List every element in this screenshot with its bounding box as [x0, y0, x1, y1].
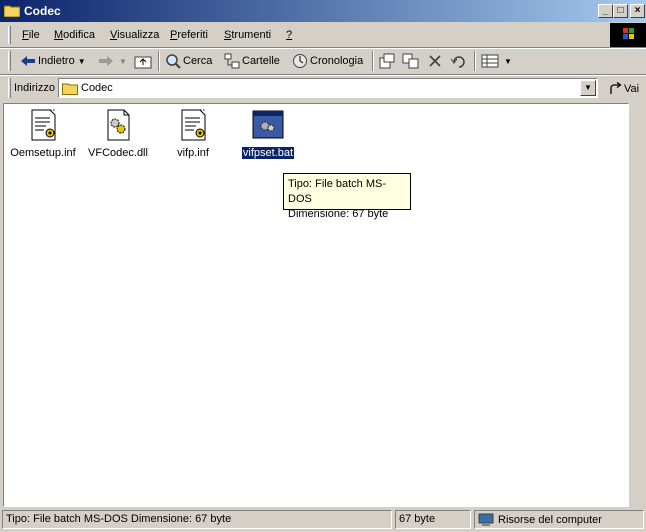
menu-strumenti[interactable]: Strumenti — [224, 29, 271, 41]
maximize-button[interactable]: □ — [613, 4, 628, 18]
inf-file-icon — [181, 109, 206, 141]
copy-to-button[interactable] — [402, 51, 422, 71]
file-name: Oemsetup.inf — [10, 147, 76, 159]
toolbar-grip[interactable] — [8, 51, 11, 71]
status-size: 67 byte — [395, 510, 471, 529]
file-item[interactable]: Oemsetup.inf — [4, 108, 82, 159]
windows-flag-icon — [623, 28, 634, 39]
file-item-selected[interactable]: vifpset.bat — [229, 108, 307, 160]
undo-icon — [450, 56, 465, 68]
file-tooltip: Tipo: File batch MS-DOS Dimensione: 67 b… — [283, 173, 411, 220]
go-button[interactable]: Vai — [608, 82, 639, 96]
views-grid-icon — [481, 54, 499, 68]
tooltip-size: Dimensione: 67 byte — [288, 208, 389, 220]
up-folder-icon — [134, 56, 152, 69]
windows-logo — [610, 23, 646, 47]
delete-button[interactable] — [427, 51, 445, 71]
explorer-window: Codec _ □ × File Modifica Visualizza Pre… — [0, 0, 646, 532]
my-computer-icon — [478, 513, 494, 526]
folders-label: Cartelle — [242, 55, 280, 67]
zone-label: Risorse del computer — [498, 513, 602, 526]
chevron-down-icon[interactable]: ▼ — [119, 57, 127, 66]
history-button[interactable]: Cronologia — [292, 51, 363, 71]
go-arrow-icon — [610, 82, 622, 94]
menu-bar: File Modifica Visualizza Preferiti Strum… — [0, 23, 646, 47]
search-icon — [166, 54, 181, 69]
menu-preferiti[interactable]: Preferiti — [170, 29, 208, 41]
move-to-button[interactable] — [378, 51, 398, 71]
toolbar-separator — [158, 51, 160, 71]
vertical-scrollbar[interactable] — [629, 103, 646, 507]
address-label: Indirizzo — [14, 82, 55, 94]
undo-button[interactable] — [450, 51, 470, 71]
title-bar[interactable]: Codec _ □ × — [0, 0, 646, 22]
history-label: Cronologia — [310, 55, 364, 67]
back-button[interactable]: Indietro ▼ — [20, 51, 86, 71]
file-name: vifpset.bat — [240, 146, 296, 160]
chevron-down-icon[interactable]: ▼ — [504, 57, 512, 66]
menu-visualizza[interactable]: Visualizza — [110, 29, 159, 41]
file-name: vifp.inf — [177, 147, 209, 159]
file-view[interactable]: Oemsetup.inf VFCodec.dll vifp.inf vifpse… — [3, 103, 629, 507]
forward-button[interactable]: ▼ — [98, 51, 127, 71]
address-input[interactable]: Codec ▼ — [58, 78, 598, 98]
file-item[interactable]: vifp.inf — [154, 108, 232, 159]
move-to-icon — [379, 53, 395, 69]
up-folder-button[interactable] — [134, 51, 154, 71]
search-label: Cerca — [183, 55, 213, 67]
file-item[interactable]: VFCodec.dll — [79, 108, 157, 159]
menu-grip[interactable] — [8, 26, 11, 44]
minimize-button[interactable]: _ — [598, 4, 613, 18]
bat-file-icon — [252, 110, 284, 139]
window-title: Codec — [24, 4, 61, 18]
search-button[interactable]: Cerca — [165, 51, 212, 71]
back-arrow-icon — [21, 56, 35, 66]
back-label: Indietro — [38, 55, 75, 67]
menu-file[interactable]: File — [22, 29, 40, 41]
views-button[interactable]: ▼ — [481, 51, 512, 71]
inf-file-icon — [31, 109, 56, 141]
status-bar: Tipo: File batch MS-DOS Dimensione: 67 b… — [0, 508, 646, 532]
go-label: Vai — [624, 83, 640, 95]
delete-x-icon — [429, 55, 441, 67]
toolbar-separator — [372, 51, 374, 71]
folders-tree-icon — [224, 53, 240, 69]
tooltip-type: Tipo: File batch MS-DOS — [288, 178, 387, 205]
folder-icon — [62, 83, 78, 95]
copy-to-icon — [402, 53, 419, 69]
history-clock-icon — [293, 54, 307, 68]
status-text: Tipo: File batch MS-DOS Dimensione: 67 b… — [2, 510, 392, 529]
dll-file-icon — [107, 109, 130, 141]
address-value: Codec — [81, 82, 113, 94]
file-name: VFCodec.dll — [88, 147, 148, 159]
address-bar: Indirizzo Codec ▼ Vai — [0, 76, 646, 100]
status-zone: Risorse del computer — [474, 510, 644, 529]
folders-button[interactable]: Cartelle — [224, 51, 280, 71]
address-grip[interactable] — [8, 78, 11, 98]
toolbar: Indietro ▼ ▼ Cerca Cartelle Cronologia ▼ — [0, 48, 646, 74]
chevron-down-icon[interactable]: ▼ — [78, 57, 86, 66]
toolbar-separator — [474, 51, 476, 71]
address-dropdown-button[interactable]: ▼ — [580, 80, 596, 96]
menu-help[interactable]: ? — [286, 29, 292, 41]
menu-modifica[interactable]: Modifica — [54, 29, 95, 41]
forward-arrow-icon — [99, 56, 113, 66]
folder-icon — [4, 5, 20, 17]
close-button[interactable]: × — [630, 4, 645, 18]
